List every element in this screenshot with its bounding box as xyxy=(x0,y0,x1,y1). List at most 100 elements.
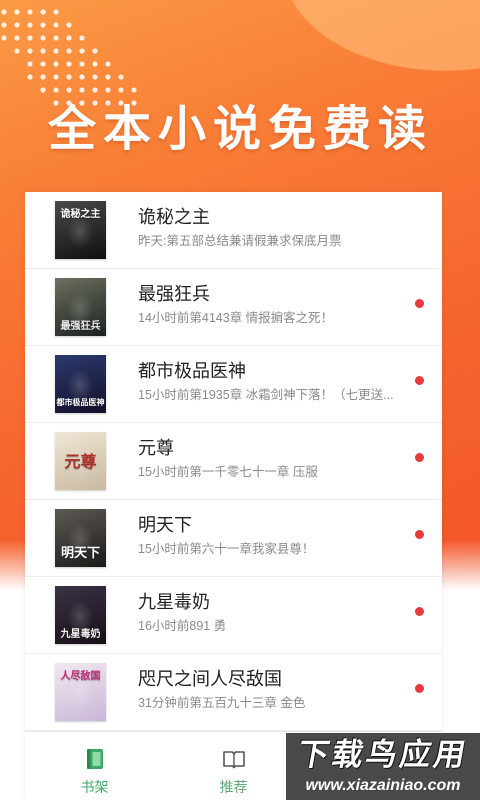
tab-label: 推荐 xyxy=(219,779,248,795)
decorative-dot xyxy=(131,87,137,93)
decorative-dot xyxy=(66,22,72,28)
decorative-dot xyxy=(53,35,59,41)
watermark-url: www.xiazainiao.com xyxy=(305,777,461,794)
book-title: 九星毒奶 xyxy=(138,592,210,612)
open-book-icon xyxy=(223,751,245,769)
book-title: 咫尺之间人尽敌国 xyxy=(138,669,282,689)
book-row[interactable]: 明天下 明天下 15小时前第六十一章我家县尊！ xyxy=(25,500,442,577)
bookshelf-list: 诡秘之主 诡秘之主 昨天:第五部总结兼请假兼求保底月票 最强狂兵 最强狂兵 14… xyxy=(25,192,442,800)
decorative-dot xyxy=(105,74,111,80)
decorative-dot xyxy=(1,9,7,15)
unread-dot xyxy=(415,607,424,616)
decorative-dot xyxy=(105,61,111,67)
book-row[interactable]: 九星毒奶 九星毒奶 16小时前891 勇 xyxy=(25,577,442,654)
cover-title-art: 九星毒奶 xyxy=(60,629,101,640)
cover-title-art: 元尊 xyxy=(64,452,97,471)
decorative-dot xyxy=(27,48,33,54)
decorative-dot xyxy=(40,61,46,67)
book-title: 都市极品医神 xyxy=(138,361,246,381)
decorative-dot xyxy=(53,87,59,93)
tab-bookshelf[interactable]: 书架 xyxy=(25,732,164,800)
decorative-dot xyxy=(40,35,46,41)
decorative-dot xyxy=(14,35,20,41)
decorative-dot xyxy=(92,48,98,54)
decorative-dot xyxy=(66,61,72,67)
unread-dot xyxy=(415,684,424,693)
decorative-dot xyxy=(66,74,72,80)
book-cover: 人尽敌国 xyxy=(55,663,106,721)
decorative-dot xyxy=(40,87,46,93)
unread-dot xyxy=(415,453,424,462)
unread-dot xyxy=(415,530,424,539)
cover-title-art: 诡秘之主 xyxy=(60,209,101,220)
decorative-dot xyxy=(27,61,33,67)
book-cover: 最强狂兵 xyxy=(55,278,106,336)
decorative-dot xyxy=(53,22,59,28)
watermark-brand: 下载鸟应用 xyxy=(295,737,472,772)
book-cover: 都市极品医神 xyxy=(55,355,106,413)
tab-label: 书架 xyxy=(80,779,109,795)
bookshelf-icon xyxy=(87,749,103,769)
decorative-dot xyxy=(118,87,124,93)
site-watermark: 下载鸟应用 www.xiazainiao.com xyxy=(286,733,480,800)
cover-title-art: 最强狂兵 xyxy=(60,321,101,332)
decorative-dot xyxy=(66,48,72,54)
decorative-dot xyxy=(14,22,20,28)
decorative-dot xyxy=(79,48,85,54)
decorative-dot xyxy=(40,48,46,54)
decorative-dot xyxy=(53,74,59,80)
book-latest-chapter: 15小时前第1935章 冰霜剑神下落！（七更送... xyxy=(138,388,394,402)
decorative-dot xyxy=(92,74,98,80)
decorative-dot xyxy=(27,9,33,15)
decorative-dot xyxy=(79,87,85,93)
cover-title-art: 都市极品医神 xyxy=(56,397,105,407)
book-latest-chapter: 15小时前第一千零七十一章 压服 xyxy=(138,465,318,479)
book-title: 明天下 xyxy=(138,515,192,535)
book-row[interactable]: 诡秘之主 诡秘之主 昨天:第五部总结兼请假兼求保底月票 xyxy=(25,192,442,269)
decorative-dot xyxy=(53,9,59,15)
book-latest-chapter: 15小时前第六十一章我家县尊！ xyxy=(138,542,315,556)
decorative-dot xyxy=(66,35,72,41)
book-latest-chapter: 16小时前891 勇 xyxy=(138,619,227,633)
decorative-dots xyxy=(1,9,137,106)
book-title: 诡秘之主 xyxy=(138,207,210,227)
decorative-dot xyxy=(105,87,111,93)
book-row[interactable]: 人尽敌国 咫尺之间人尽敌国 31分钟前第五百九十三章 金色 xyxy=(25,654,442,731)
decorative-dot xyxy=(79,74,85,80)
decorative-dot xyxy=(27,22,33,28)
unread-dot xyxy=(415,299,424,308)
decorative-dot xyxy=(53,48,59,54)
book-cover: 元尊 xyxy=(55,432,106,490)
decorative-dot xyxy=(79,35,85,41)
decorative-dot xyxy=(66,87,72,93)
promo-headline: 全本小说免费读 xyxy=(48,103,434,156)
book-row[interactable]: 最强狂兵 最强狂兵 14小时前第4143章 情报掮客之死！ xyxy=(25,269,442,346)
decorative-dot xyxy=(27,35,33,41)
decorative-dot xyxy=(40,22,46,28)
book-latest-chapter: 14小时前第4143章 情报掮客之死！ xyxy=(138,311,334,325)
book-latest-chapter: 昨天:第五部总结兼请假兼求保底月票 xyxy=(138,234,342,248)
cover-title-art: 人尽敌国 xyxy=(60,671,101,682)
decorative-dot xyxy=(1,35,7,41)
decorative-dot xyxy=(1,22,7,28)
book-title: 最强狂兵 xyxy=(138,284,210,304)
cover-title-art: 明天下 xyxy=(60,546,100,561)
book-row[interactable]: 都市极品医神 都市极品医神 15小时前第1935章 冰霜剑神下落！（七更送... xyxy=(25,346,442,423)
decorative-dot xyxy=(14,9,20,15)
decorative-dot xyxy=(40,9,46,15)
decorative-dot xyxy=(92,61,98,67)
decorative-dot xyxy=(118,74,124,80)
book-row[interactable]: 元尊 元尊 15小时前第一千零七十一章 压服 xyxy=(25,423,442,500)
tab-recommend[interactable]: 推荐 xyxy=(164,732,303,800)
decorative-dot xyxy=(27,74,33,80)
decorative-dot xyxy=(14,48,20,54)
decorative-dot xyxy=(92,87,98,93)
decorative-dot xyxy=(40,74,46,80)
book-cover: 明天下 xyxy=(55,509,106,567)
decorative-dot xyxy=(79,61,85,67)
book-latest-chapter: 31分钟前第五百九十三章 金色 xyxy=(138,696,306,710)
book-cover: 诡秘之主 xyxy=(55,201,106,259)
unread-dot xyxy=(415,376,424,385)
book-title: 元尊 xyxy=(138,438,174,458)
book-cover: 九星毒奶 xyxy=(55,586,106,644)
